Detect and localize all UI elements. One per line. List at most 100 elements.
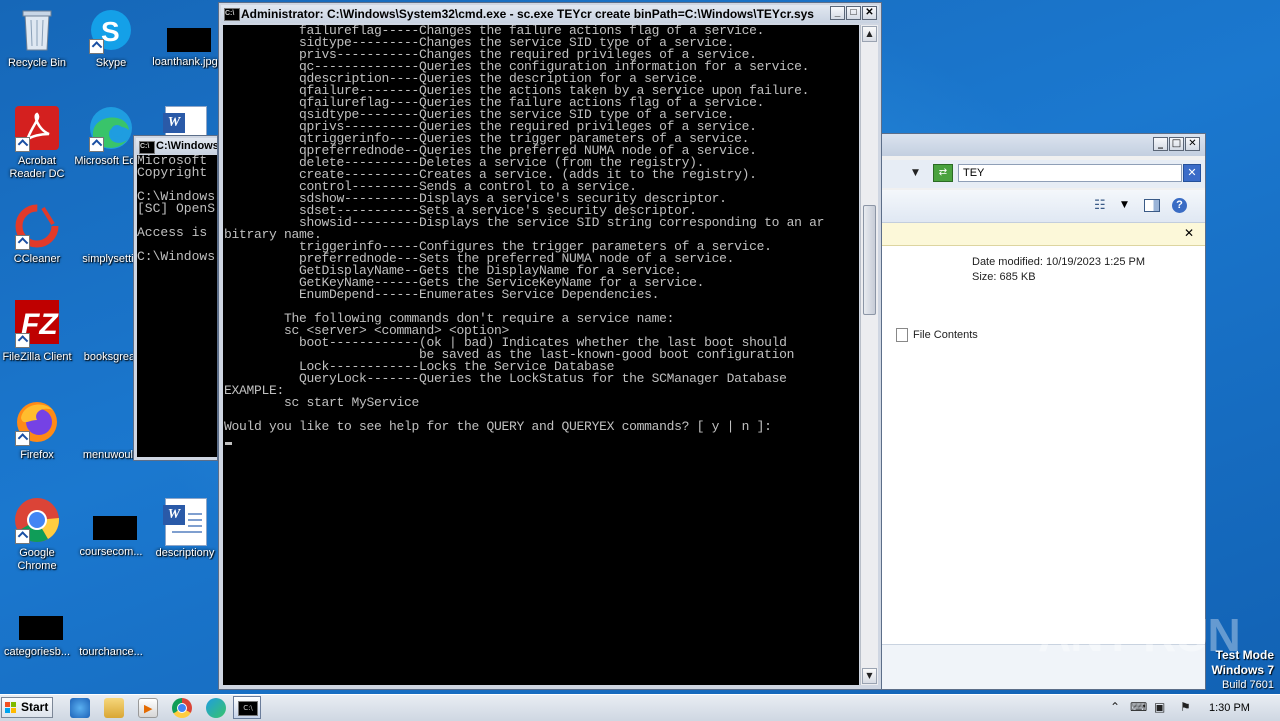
build-label: Build 7601 <box>1222 679 1274 691</box>
windows-logo-icon <box>5 702 17 713</box>
title-bar[interactable]: C:\ Administrator: C:\Windows\System32\c… <box>221 5 879 23</box>
keyboard-icon[interactable]: ⌨ <box>1130 700 1147 714</box>
desktop-icon-label: CCleaner <box>13 253 61 265</box>
desktop-icon-label: descriptiony <box>155 547 215 559</box>
clear-search-button[interactable]: ✕ <box>1183 164 1201 182</box>
edge-taskbar-icon[interactable] <box>206 698 226 718</box>
window-title: Administrator: C:\Windows\System32\cmd.e… <box>241 7 814 21</box>
address-bar: ▼ ⇄ TEY ✕ <box>882 160 1205 188</box>
scroll-up-button[interactable]: ▲ <box>862 26 877 42</box>
desktop-icon-descriptiony[interactable]: W descriptiony <box>148 496 222 560</box>
view-dropdown-icon[interactable]: ▼ <box>1121 200 1128 210</box>
image-file-icon <box>161 16 211 64</box>
desktop-icon-acrobat[interactable]: Acrobat Reader DC <box>0 104 74 181</box>
test-mode-notice: Test Mode Windows 7 Build 7601 <box>1211 648 1274 693</box>
desktop-icon-recycle-bin[interactable]: Recycle Bin <box>0 6 74 70</box>
file-size: Size: 685 KB <box>972 271 1036 283</box>
refresh-button[interactable]: ⇄ <box>933 164 953 182</box>
console-output[interactable]: Microsoft Copyright C:\Windows [SC] Open… <box>137 155 217 457</box>
os-label: Windows 7 <box>1211 663 1274 677</box>
history-dropdown-icon[interactable]: ▼ <box>912 164 919 182</box>
console-output[interactable]: failureflag-----Changes the failure acti… <box>223 25 859 685</box>
close-infobar-icon[interactable]: ✕ <box>1184 226 1194 240</box>
desktop-icon-ccleaner[interactable]: CCleaner <box>0 202 74 266</box>
filezilla-icon: FZ <box>13 300 61 348</box>
console-text: failureflag-----Changes the failure acti… <box>224 25 825 434</box>
media-player-icon[interactable]: ▶ <box>138 698 158 718</box>
minimize-button[interactable]: _ <box>830 6 845 20</box>
cmd-icon: C:\ <box>238 701 258 716</box>
taskbar: Start ▶ C:\ ⌃ ⌨ ▣ ⚑ 1:30 PM <box>0 694 1280 721</box>
maximize-button[interactable]: □ <box>1169 137 1184 151</box>
desktop-icon-coursecom[interactable]: coursecom... <box>74 504 148 559</box>
file-contents-icon <box>896 328 908 342</box>
desktop-icon-label: FileZilla Client <box>2 351 72 363</box>
title-bar[interactable]: C:\ C:\Windows <box>136 138 217 154</box>
edge-icon <box>87 104 135 152</box>
desktop-icon-loanthank[interactable]: loanthank.jpg <box>148 16 222 69</box>
text-cursor <box>225 442 232 445</box>
cmd-taskbar-button[interactable]: C:\ <box>233 696 261 719</box>
network-icon[interactable]: ▣ <box>1154 700 1165 714</box>
desktop-icon-label: Google Chrome <box>17 547 57 572</box>
window-title: C:\Windows <box>156 140 217 152</box>
ccleaner-icon <box>13 202 61 250</box>
desktop-icon-filezilla[interactable]: FZ FileZilla Client <box>0 300 74 364</box>
explorer-window[interactable]: _ □ ✕ ▼ ⇄ TEY ✕ ☷ ▼ ? ✕ Date modified: 10/… <box>882 133 1206 690</box>
view-options-icon[interactable]: ☷ <box>1094 198 1106 213</box>
desktop-icon-firefox[interactable]: Firefox <box>0 398 74 462</box>
command-bar: ☷ ▼ ? <box>882 190 1205 223</box>
anyrun-watermark: ANY RUN <box>1038 609 1241 661</box>
cmd-icon: C:\ <box>224 8 240 21</box>
maximize-button[interactable]: □ <box>846 6 861 20</box>
desktop-icon-label: Recycle Bin <box>7 57 67 69</box>
start-button[interactable]: Start <box>1 697 53 718</box>
date-modified: Date modified: 10/19/2023 1:25 PM <box>972 256 1146 268</box>
image-file-icon <box>13 606 63 654</box>
vertical-scrollbar[interactable]: ▲ ▼ <box>860 25 878 685</box>
close-button[interactable]: ✕ <box>862 6 877 20</box>
test-mode-label: Test Mode <box>1215 648 1274 662</box>
search-input[interactable]: TEY <box>958 164 1182 182</box>
minimize-button[interactable]: _ <box>1153 137 1168 151</box>
title-bar[interactable]: _ □ ✕ <box>882 134 1205 156</box>
internet-explorer-icon[interactable] <box>70 698 90 718</box>
scroll-down-button[interactable]: ▼ <box>862 668 877 684</box>
desktop-icon-chrome[interactable]: Google Chrome <box>0 496 74 573</box>
help-icon[interactable]: ? <box>1172 198 1187 213</box>
file-icon <box>87 202 135 250</box>
word-document-icon: W <box>161 496 209 546</box>
file-explorer-icon[interactable] <box>104 698 124 718</box>
info-bar: ✕ <box>882 223 1205 246</box>
file-icon <box>87 606 135 654</box>
cmd-window-background[interactable]: C:\ C:\Windows Microsoft Copyright C:\Wi… <box>133 135 218 461</box>
action-center-flag-icon[interactable]: ⚑ <box>1180 700 1191 714</box>
show-hidden-icons[interactable]: ⌃ <box>1110 700 1120 714</box>
console-text: Microsoft Copyright C:\Windows [SC] Open… <box>137 155 216 264</box>
desktop-icon-label: Acrobat Reader DC <box>9 155 65 180</box>
chrome-taskbar-icon[interactable] <box>172 698 192 718</box>
file-icon <box>87 398 135 446</box>
clock[interactable]: 1:30 PM <box>1209 695 1250 721</box>
firefox-icon <box>13 398 61 446</box>
recycle-bin-icon <box>13 6 61 54</box>
desktop-icon-label: Skype <box>95 57 127 69</box>
details-pane: Date modified: 10/19/2023 1:25 PM Size: … <box>882 246 1205 645</box>
chrome-icon <box>13 496 61 544</box>
desktop: Recycle Bin Acrobat Reader DC CCleaner F… <box>0 0 1280 694</box>
start-label: Start <box>21 700 49 714</box>
image-file-icon <box>87 504 137 552</box>
cmd-window-main[interactable]: C:\ Administrator: C:\Windows\System32\c… <box>218 2 882 690</box>
skype-icon: S <box>87 6 135 54</box>
desktop-icon-skype[interactable]: S Skype <box>74 6 148 70</box>
close-button[interactable]: ✕ <box>1185 137 1200 151</box>
cmd-icon: C:\ <box>139 141 155 154</box>
acrobat-icon <box>13 104 61 152</box>
scroll-thumb[interactable] <box>863 205 876 315</box>
file-icon <box>87 300 135 348</box>
file-contents-link[interactable]: File Contents <box>913 329 978 341</box>
preview-pane-icon[interactable] <box>1144 199 1160 212</box>
desktop-icon-label: Firefox <box>20 449 54 461</box>
desktop-icon-categoriesb[interactable]: categoriesb... <box>0 606 74 659</box>
desktop-icon-tourchance[interactable]: tourchance... <box>74 606 148 659</box>
